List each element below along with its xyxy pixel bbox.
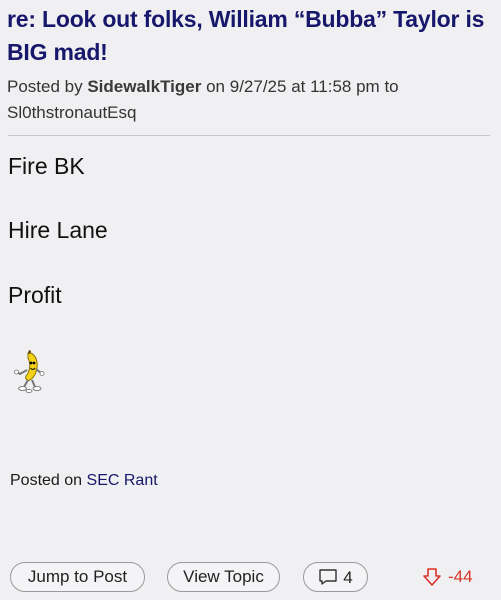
post-title[interactable]: re: Look out folks, William “Bubba” Tayl… (7, 3, 495, 69)
body-line: Fire BK (8, 153, 85, 179)
board-link[interactable]: SEC Rant (87, 472, 158, 489)
replies-button[interactable]: 4 (303, 562, 368, 592)
post-container: re: Look out folks, William “Bubba” Tayl… (0, 0, 501, 600)
body-line: Hire Lane (8, 217, 108, 243)
on-label: on (206, 77, 226, 96)
dancing-banana-icon (14, 350, 45, 393)
downvote-button[interactable]: -44 (422, 565, 473, 589)
posted-on: Posted on SEC Rant (10, 471, 158, 491)
thumbs-down-icon (423, 568, 441, 586)
posted-by-label: Posted by (7, 77, 83, 96)
divider (8, 135, 490, 136)
view-topic-button[interactable]: View Topic (167, 562, 280, 592)
post-meta: Posted by SidewalkTiger on 9/27/25 at 11… (7, 74, 487, 126)
post-timestamp: 9/27/25 at 11:58 pm (229, 77, 380, 96)
author-link[interactable]: SidewalkTiger (87, 77, 201, 96)
reply-count: 4 (343, 567, 353, 587)
vote-score: -44 (448, 567, 473, 586)
posted-on-label: Posted on (10, 472, 83, 489)
to-label: to (384, 77, 399, 96)
body-line: Profit (8, 282, 62, 308)
comment-icon (319, 569, 337, 585)
recipient-link[interactable]: Sl0thstronautEsq (7, 103, 136, 122)
jump-to-post-button[interactable]: Jump to Post (10, 562, 145, 592)
